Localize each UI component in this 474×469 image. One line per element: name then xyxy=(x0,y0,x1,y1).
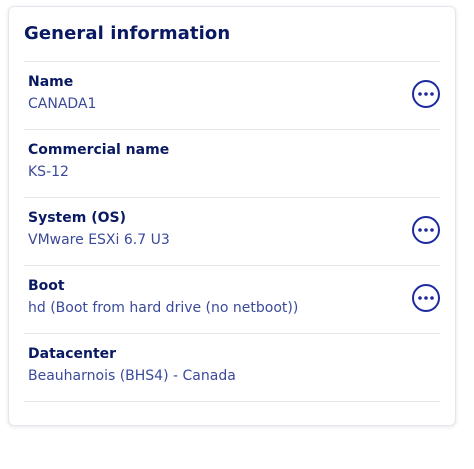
general-information-card: General information Name CANADA1 Commerc… xyxy=(8,6,456,426)
ellipsis-icon xyxy=(418,228,434,232)
row-value: VMware ESXi 6.7 U3 xyxy=(28,232,170,248)
row-label: Name xyxy=(28,74,74,90)
info-row-commercial-name: Commercial name KS-12 xyxy=(24,129,440,197)
ellipsis-icon xyxy=(418,296,434,300)
row-value: CANADA1 xyxy=(28,96,97,112)
info-row-name: Name CANADA1 xyxy=(24,61,440,129)
name-more-actions-button[interactable] xyxy=(412,80,440,108)
row-label: System (OS) xyxy=(28,210,126,226)
boot-more-actions-button[interactable] xyxy=(412,284,440,312)
row-label: Datacenter xyxy=(28,346,117,362)
system-os-more-actions-button[interactable] xyxy=(412,216,440,244)
info-row-datacenter: Datacenter Beauharnois (BHS4) - Canada xyxy=(24,333,440,401)
info-row-next xyxy=(24,401,440,469)
ellipsis-icon xyxy=(418,92,434,96)
row-label: Boot xyxy=(28,278,65,294)
row-value: Beauharnois (BHS4) - Canada xyxy=(28,368,236,384)
card-title: General information xyxy=(24,23,231,44)
row-label: Commercial name xyxy=(28,142,170,158)
row-value: hd (Boot from hard drive (no netboot)) xyxy=(28,300,299,316)
info-row-boot: Boot hd (Boot from hard drive (no netboo… xyxy=(24,265,440,333)
info-row-system-os: System (OS) VMware ESXi 6.7 U3 xyxy=(24,197,440,265)
row-value: KS-12 xyxy=(28,164,69,180)
